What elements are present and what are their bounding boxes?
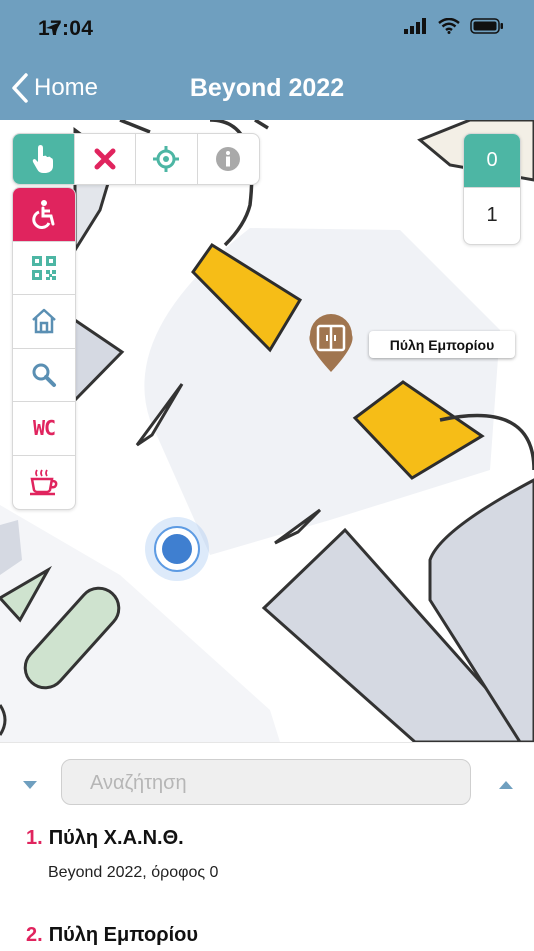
qr-scan-button[interactable] <box>13 242 75 295</box>
coffee-icon <box>30 469 58 496</box>
back-label: Home <box>34 74 99 101</box>
map-canvas <box>0 120 534 742</box>
floor-button-0[interactable]: 0 <box>464 134 520 188</box>
back-button[interactable]: Home <box>10 72 98 104</box>
result-title-text: Πύλη Εμπορίου <box>48 924 199 946</box>
wc-icon: WC <box>32 416 56 441</box>
nav-header: 17:04 Home Beyond 2022 <box>0 0 534 120</box>
info-button[interactable] <box>198 134 260 184</box>
result-subtitle: Beyond 2022, όροφος 0 <box>48 864 219 881</box>
map-toolbar <box>12 133 260 185</box>
home-button[interactable] <box>13 295 75 349</box>
result-title: 2. Πύλη Εμπορίου <box>26 924 198 947</box>
results-panel: 1.Πύλη Χ.Α.Ν.Θ. Beyond 2022, όροφος 0 2.… <box>0 742 534 951</box>
collapse-arrow-icon[interactable] <box>22 780 38 790</box>
user-location-dot <box>145 517 209 581</box>
cellular-signal-icon <box>404 18 426 34</box>
indoor-map[interactable]: Πύλη Εμπορίου <box>0 120 534 742</box>
poi-label[interactable]: Πύλη Εμπορίου <box>369 331 515 358</box>
home-icon <box>32 309 56 334</box>
battery-icon <box>470 18 503 34</box>
crosshair-icon <box>153 146 180 172</box>
floor-selector: 0 1 <box>463 133 521 245</box>
wall-line <box>119 120 151 134</box>
floor-button-1[interactable]: 1 <box>464 188 520 242</box>
chevron-left-icon <box>12 73 28 103</box>
result-item[interactable]: 2. Πύλη Εμπορίου <box>26 924 198 947</box>
wheelchair-icon <box>32 200 55 230</box>
wifi-icon <box>438 18 460 34</box>
close-icon <box>94 148 116 170</box>
select-tool-button[interactable] <box>13 134 75 184</box>
result-title-text: Πύλη Χ.Α.Ν.Θ. <box>48 827 184 849</box>
search-input[interactable] <box>62 760 500 806</box>
location-arrow-icon <box>46 23 58 35</box>
clear-button[interactable] <box>75 134 136 184</box>
search-button[interactable] <box>13 349 75 402</box>
hand-pointer-icon <box>33 145 54 173</box>
locate-button[interactable] <box>136 134 198 184</box>
qr-code-icon <box>32 255 56 280</box>
wall-line <box>254 120 269 130</box>
result-number: 1. <box>26 827 43 849</box>
info-icon <box>216 147 241 171</box>
status-icons <box>46 18 504 35</box>
expand-arrow-icon[interactable] <box>498 780 514 790</box>
cafe-button[interactable] <box>13 456 75 510</box>
result-title: 1. Πύλη Χ.Α.Ν.Θ. <box>26 827 218 850</box>
result-number: 2. <box>26 924 43 946</box>
category-toolbar: WC <box>12 187 76 510</box>
wc-button[interactable]: WC <box>13 402 75 456</box>
result-item[interactable]: 1. Πύλη Χ.Α.Ν.Θ. Beyond 2022, όροφος 0 <box>26 827 218 882</box>
accessibility-button[interactable] <box>13 188 75 242</box>
search-field[interactable] <box>61 759 500 806</box>
search-icon <box>32 363 56 387</box>
